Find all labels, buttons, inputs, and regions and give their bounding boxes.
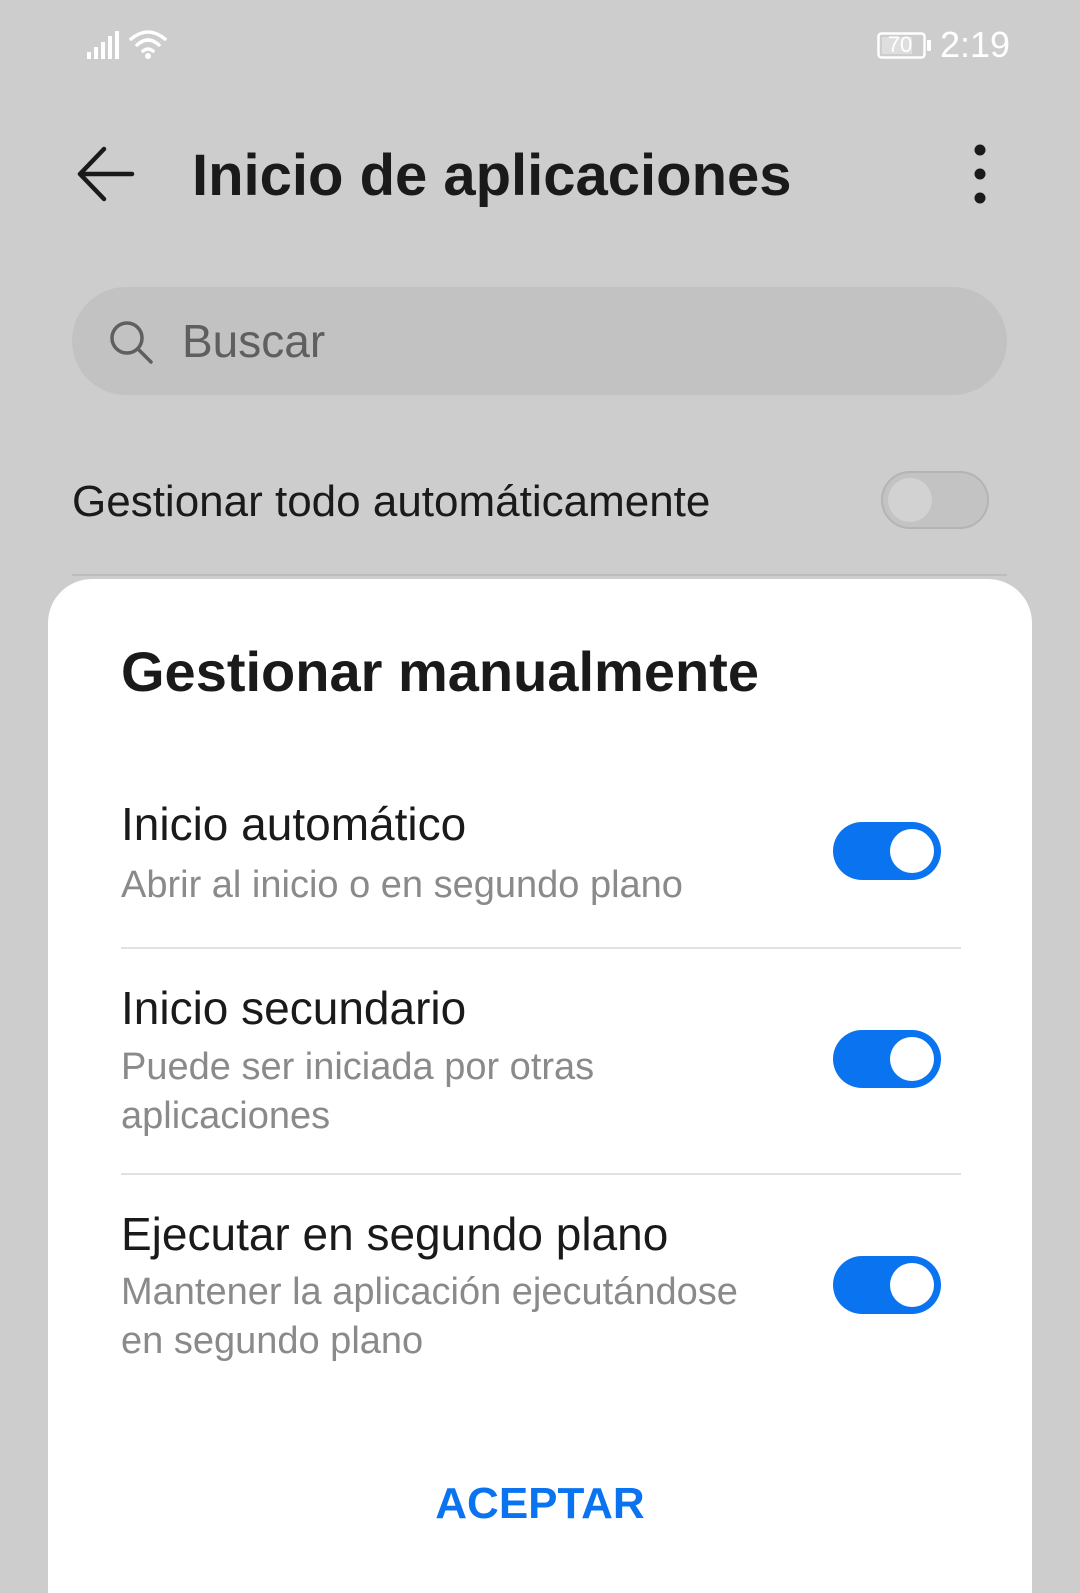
- more-vertical-icon[interactable]: [972, 144, 988, 204]
- divider: [72, 574, 1007, 576]
- option-title-auto-start: Inicio automático: [121, 798, 467, 850]
- wifi-icon: [129, 30, 167, 59]
- option-title-secondary-start: Inicio secundario: [121, 982, 467, 1034]
- search-icon: [110, 321, 153, 364]
- toggle-knob: [890, 829, 934, 873]
- option-description-secondary-start: Puede ser iniciada por otras aplicacione…: [121, 1046, 595, 1137]
- page-title: Inicio de aplicaciones: [192, 143, 792, 208]
- auto-manage-label: Gestionar todo automáticamente: [72, 477, 711, 526]
- secondary-start-toggle[interactable]: [833, 1030, 941, 1088]
- search-input[interactable]: Buscar: [72, 287, 1007, 395]
- dialog-title: Gestionar manualmente: [121, 640, 759, 703]
- arrow-left-icon[interactable]: [72, 141, 138, 207]
- auto-manage-toggle[interactable]: [881, 471, 989, 529]
- manual-manage-dialog: Gestionar manualmente Inicio automático …: [48, 579, 1032, 1593]
- option-title-run-background: Ejecutar en segundo plano: [121, 1208, 669, 1260]
- toggle-knob: [888, 478, 932, 522]
- battery-level: 70: [887, 32, 913, 57]
- toggle-knob: [890, 1263, 934, 1307]
- status-bar: 70 2:19: [0, 0, 1080, 95]
- accept-button[interactable]: ACEPTAR: [48, 1479, 1032, 1529]
- signal-bars-icon: [87, 31, 119, 59]
- divider: [121, 1173, 961, 1175]
- clock: 2:19: [940, 24, 1011, 65]
- option-description-auto-start: Abrir al inicio o en segundo plano: [121, 864, 683, 906]
- divider: [121, 947, 961, 949]
- option-description-run-background: Mantener la aplicación ejecutándose en s…: [121, 1271, 738, 1362]
- run-background-toggle[interactable]: [833, 1256, 941, 1314]
- auto-start-toggle[interactable]: [833, 822, 941, 880]
- search-placeholder: Buscar: [182, 315, 326, 367]
- toggle-knob: [890, 1037, 934, 1081]
